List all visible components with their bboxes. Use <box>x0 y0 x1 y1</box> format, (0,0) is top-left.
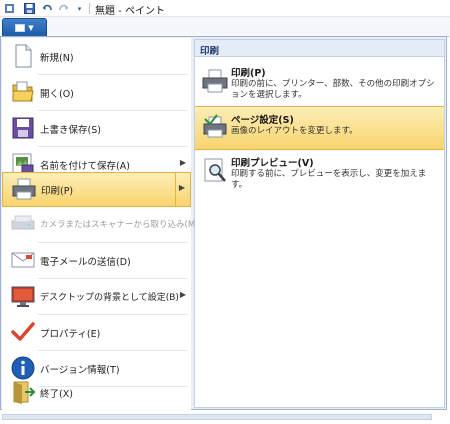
menu-item-from-scanner[interactable]: カメラまたはスキャナーから取り込み(M) <box>2 207 198 242</box>
menu-item-label: 上書き保存(S) <box>40 125 101 136</box>
menu-item-label: 新規(N) <box>40 53 74 64</box>
menu-item-label: 電子メールの送信(D) <box>40 257 131 268</box>
submenu-item-description: 印刷の前に、プリンター、部数、その他の印刷オプションを選択します。 <box>231 79 435 100</box>
title-bar: ▾ 無題 - ペイント <box>0 0 450 17</box>
submenu-arrow-icon: ▶ <box>179 290 186 299</box>
page-setup-icon <box>201 113 229 141</box>
submenu-item-title: ページ設定(S) <box>231 115 294 126</box>
save-disk-icon <box>10 115 36 141</box>
exit-icon <box>10 379 36 405</box>
chevron-down-icon: ▼ <box>28 24 34 32</box>
paint-menu-icon <box>15 24 26 32</box>
menu-item-label: 終了(X) <box>40 389 73 400</box>
app-icon[interactable] <box>4 3 15 14</box>
menu-item-save[interactable]: 上書き保存(S) <box>2 111 191 146</box>
print-submenu-pane: 印刷 印刷(P) 印刷の前に、プリンター、部数、その他の印刷オプションを選択しま… <box>194 39 445 408</box>
title-separator <box>89 3 90 14</box>
menu-item-label: プロパティ(E) <box>40 329 101 340</box>
email-icon <box>10 247 36 273</box>
submenu-item-print[interactable]: 印刷(P) 印刷の前に、プリンター、部数、その他の印刷オプションを選択します。 <box>195 60 444 106</box>
menu-item-set-desktop-background[interactable]: デスクトップの背景として設定(B) ▶ <box>2 279 191 314</box>
submenu-item-print-preview[interactable]: 印刷プレビュー(V) 印刷する前に、プレビューを表示し、変更を加えます。 <box>195 150 444 196</box>
application-menu: 新規(N) 開く(O) 上書き保存(S) 名前を付けて保存(A) ▶ 印刷(P)… <box>0 36 447 410</box>
menu-item-new[interactable]: 新規(N) <box>2 39 191 74</box>
menu-item-label: バージョン情報(T) <box>40 365 120 376</box>
menu-item-properties[interactable]: プロパティ(E) <box>2 315 191 350</box>
save-icon[interactable] <box>24 3 35 14</box>
window-title: 無題 - ペイント <box>95 6 165 17</box>
printer-icon <box>11 176 37 202</box>
status-strip <box>0 410 450 424</box>
menu-item-print[interactable]: 印刷(P) ▶ <box>2 172 191 207</box>
submenu-arrow-icon: ▶ <box>179 158 186 167</box>
menu-item-send-email[interactable]: 電子メールの送信(D) <box>2 243 191 278</box>
menu-left-pane: 新規(N) 開く(O) 上書き保存(S) 名前を付けて保存(A) ▶ 印刷(P)… <box>2 38 198 410</box>
submenu-item-description: 画像のレイアウトを変更します。 <box>231 126 358 136</box>
submenu-arrow-icon: ▶ <box>178 183 185 192</box>
submenu-item-title: 印刷(P) <box>231 68 266 79</box>
open-folder-icon <box>10 79 36 105</box>
submenu-header: 印刷 <box>195 40 444 57</box>
paint-menu-button[interactable]: ▼ <box>2 18 47 37</box>
redo-icon[interactable] <box>58 3 69 14</box>
desktop-background-icon <box>10 283 36 309</box>
menu-item-label: 名前を付けて保存(A) <box>40 161 130 172</box>
horizontal-scrollbar[interactable] <box>2 414 432 420</box>
submenu-item-title: 印刷プレビュー(V) <box>231 158 314 169</box>
ribbon-tab-row: ▼ <box>0 17 450 37</box>
submenu-title: 印刷 <box>200 46 220 57</box>
checkmark-icon <box>10 319 36 345</box>
new-document-icon <box>10 43 36 69</box>
menu-item-label: デスクトップの背景として設定(B) <box>40 293 179 303</box>
customize-dropdown-icon[interactable]: ▾ <box>74 3 85 14</box>
menu-item-label: 開く(O) <box>40 89 74 100</box>
undo-icon[interactable] <box>42 3 53 14</box>
menu-item-label: 印刷(P) <box>41 186 74 197</box>
menu-item-open[interactable]: 開く(O) <box>2 75 191 110</box>
menu-item-label: カメラまたはスキャナーから取り込み(M) <box>40 220 199 230</box>
scanner-icon <box>10 211 36 237</box>
printer-icon <box>201 67 229 95</box>
submenu-item-description: 印刷する前に、プレビューを表示し、変更を加えます。 <box>231 169 427 190</box>
menu-item-exit[interactable]: 終了(X) <box>2 375 191 410</box>
print-preview-icon <box>201 157 229 185</box>
submenu-item-page-setup[interactable]: ページ設定(S) 画像のレイアウトを変更します。 <box>195 106 444 150</box>
